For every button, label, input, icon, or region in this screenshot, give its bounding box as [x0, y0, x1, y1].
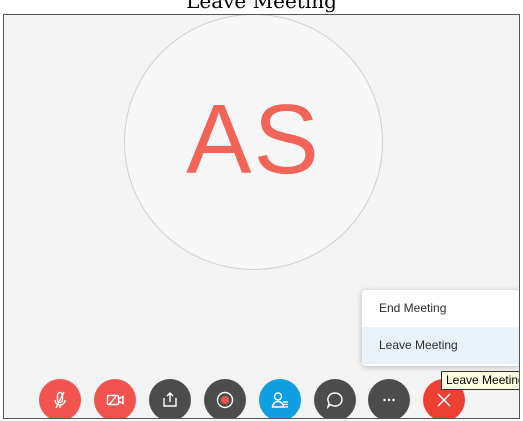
more-button[interactable]	[368, 379, 410, 418]
meeting-window: AS End Meeting Leave Meeting Leave Meeti…	[3, 14, 520, 419]
chat-button[interactable]	[314, 379, 356, 418]
record-button[interactable]	[204, 379, 246, 418]
mic-muted-icon	[54, 391, 66, 409]
participants-icon	[271, 392, 288, 408]
video-button[interactable]	[94, 379, 136, 418]
caption-text: Leave Meeting	[186, 0, 337, 13]
mute-button[interactable]	[39, 379, 81, 418]
leave-menu: End Meeting Leave Meeting	[362, 290, 519, 366]
share-icon	[163, 392, 177, 407]
end-meeting-menu-item[interactable]: End Meeting	[362, 290, 519, 327]
leave-meeting-menu-item[interactable]: Leave Meeting	[362, 327, 519, 364]
chat-icon	[326, 392, 343, 410]
participants-button[interactable]	[259, 379, 301, 418]
close-icon	[437, 393, 451, 407]
video-off-icon	[106, 394, 124, 406]
share-button[interactable]	[149, 379, 191, 418]
avatar-initials: AS	[186, 83, 321, 194]
leave-meeting-tooltip: Leave Meeting	[441, 371, 519, 390]
record-icon	[216, 391, 234, 409]
top-caption: Leave Meeting	[0, 0, 523, 14]
participant-avatar: AS	[124, 15, 383, 270]
more-icon	[383, 398, 395, 402]
